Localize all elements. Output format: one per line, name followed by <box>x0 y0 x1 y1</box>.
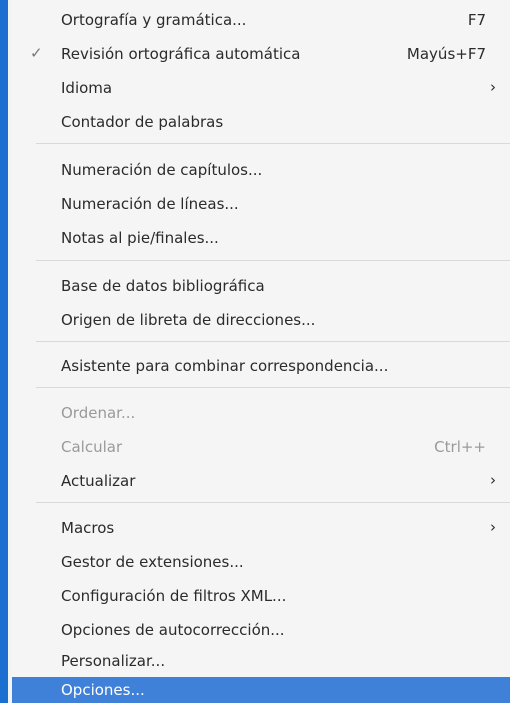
window-background <box>510 0 521 703</box>
menu-item-label: Configuración de filtros XML... <box>61 587 287 605</box>
menu-separator <box>36 387 510 388</box>
menu-item-calculate: Calcular Ctrl++ <box>12 431 510 463</box>
menu-item-extension-manager[interactable]: Gestor de extensiones... <box>12 546 510 578</box>
menu-item-label: Opciones de autocorrección... <box>61 621 285 639</box>
menu-item-label: Personalizar... <box>61 652 166 670</box>
menu-item-label: Gestor de extensiones... <box>61 553 244 571</box>
menu-separator <box>36 143 510 144</box>
menu-item-label: Ortografía y gramática... <box>61 11 247 29</box>
menu-item-shortcut: F7 <box>467 11 486 29</box>
menu-separator <box>36 502 510 503</box>
menu-item-sort: Ordenar... <box>12 397 510 429</box>
menu-item-label: Numeración de líneas... <box>61 195 239 213</box>
menu-item-autospellcheck[interactable]: ✓ Revisión ortográfica automática Mayús+… <box>12 38 510 70</box>
tools-menu: Ortografía y gramática... F7 ✓ Revisión … <box>12 0 510 703</box>
menu-item-label: Revisión ortográfica automática <box>61 45 301 63</box>
menu-item-bibliography-db[interactable]: Base de datos bibliográfica <box>12 270 510 302</box>
menu-screenshot: Ortografía y gramática... F7 ✓ Revisión … <box>0 0 521 703</box>
menu-item-line-numbering[interactable]: Numeración de líneas... <box>12 188 510 220</box>
menu-item-label: Calcular <box>61 438 123 456</box>
menu-item-label: Asistente para combinar correspondencia.… <box>61 357 389 375</box>
menu-item-label: Origen de libreta de direcciones... <box>61 311 316 329</box>
menu-item-address-book-source[interactable]: Origen de libreta de direcciones... <box>12 304 510 336</box>
menu-item-label: Notas al pie/finales... <box>61 229 219 247</box>
menu-item-word-count[interactable]: Contador de palabras <box>12 106 510 138</box>
menu-item-language[interactable]: Idioma › <box>12 72 510 104</box>
menu-item-spelling[interactable]: Ortografía y gramática... F7 <box>12 4 510 36</box>
menu-item-xml-filter-settings[interactable]: Configuración de filtros XML... <box>12 580 510 612</box>
menu-item-label: Opciones... <box>61 681 145 699</box>
menu-item-shortcut: Ctrl++ <box>434 438 486 456</box>
menu-item-label: Idioma <box>61 79 113 97</box>
menu-item-mail-merge-wizard[interactable]: Asistente para combinar correspondencia.… <box>12 350 510 382</box>
checkmark-icon: ✓ <box>30 44 43 62</box>
menu-item-label: Numeración de capítulos... <box>61 161 263 179</box>
window-edge <box>0 0 8 703</box>
menu-item-customize[interactable]: Personalizar... <box>12 645 510 677</box>
menu-item-footnotes[interactable]: Notas al pie/finales... <box>12 222 510 254</box>
menu-item-label: Base de datos bibliográfica <box>61 277 265 295</box>
menu-item-shortcut: Mayús+F7 <box>406 45 486 63</box>
submenu-arrow-icon: › <box>490 471 496 489</box>
menu-item-label: Actualizar <box>61 472 136 490</box>
menu-separator <box>36 341 510 342</box>
menu-item-update[interactable]: Actualizar › <box>12 465 510 497</box>
menu-item-label: Macros <box>61 519 115 537</box>
menu-item-label: Contador de palabras <box>61 113 224 131</box>
submenu-arrow-icon: › <box>490 78 496 96</box>
menu-item-autocorrect-options[interactable]: Opciones de autocorrección... <box>12 614 510 646</box>
submenu-arrow-icon: › <box>490 518 496 536</box>
menu-item-label: Ordenar... <box>61 404 136 422</box>
menu-item-macros[interactable]: Macros › <box>12 512 510 544</box>
menu-separator <box>36 260 510 261</box>
menu-item-options[interactable]: Opciones... <box>12 677 510 703</box>
menu-item-chapter-numbering[interactable]: Numeración de capítulos... <box>12 154 510 186</box>
